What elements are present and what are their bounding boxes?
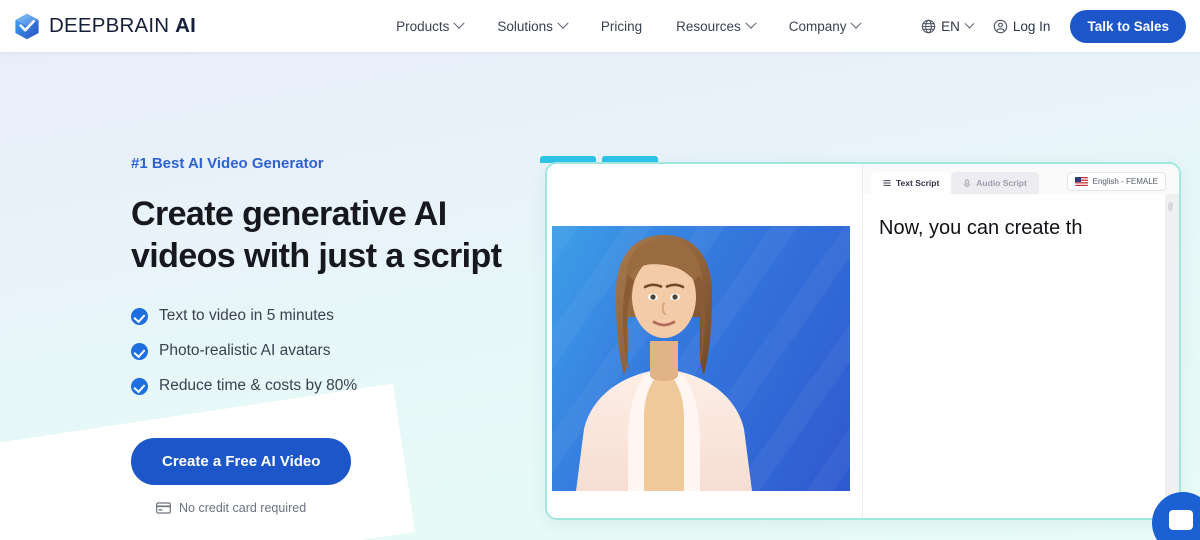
create-free-ai-video-button[interactable]: Create a Free AI Video [131,438,352,486]
user-circle-icon [993,19,1008,34]
globe-icon [921,19,936,34]
feature-list: Text to video in 5 minutes Photo-realist… [131,307,531,395]
hero-content: #1 Best AI Video Generator Create genera… [131,155,531,515]
headline-line-1: Create generative AI [131,195,447,233]
chevron-down-icon [964,18,975,29]
check-circle-icon [131,377,148,395]
headline-line-2: videos with just a script [131,237,502,276]
voice-language-label: English - FEMALE [1092,177,1158,186]
language-selector[interactable]: EN [921,18,975,34]
login-link[interactable]: Log In [993,18,1051,34]
chevron-down-icon [453,17,466,29]
product-mockup: Text Script Audio Script English - FEMAL… [545,162,1181,520]
nav-label: Company [788,18,847,34]
logo-text-main: DEEPBRAIN [49,14,176,37]
main-navigation: Products Solutions Pricing Resources Com… [396,17,863,34]
header-actions: EN Log In Talk to Sales [921,9,1186,43]
tab-audio-script[interactable]: Audio Script [951,172,1039,194]
voice-language-selector[interactable]: English - FEMALE [1066,172,1166,191]
script-textarea[interactable]: Now, you can create th [863,194,1179,518]
nav-label: Solutions [497,18,553,34]
cube-check-logo-icon [14,13,40,40]
us-flag-icon [1074,177,1088,186]
no-credit-card-label: No credit card required [179,501,307,516]
mockup-inner: Text Script Audio Script English - FEMAL… [547,164,1179,518]
chat-bubble-icon [1169,510,1193,530]
logo[interactable]: DEEPBRAIN AI [14,13,196,40]
hero-eyebrow: #1 Best AI Video Generator [131,155,324,172]
list-item: Photo-realistic AI avatars [131,342,531,360]
list-item: Text to video in 5 minutes [131,307,531,325]
language-label: EN [941,18,960,34]
check-circle-icon [131,342,148,360]
video-preview-panel [547,164,863,518]
nav-label: Products [396,18,450,34]
chevron-down-icon [850,17,863,29]
check-circle-icon [131,307,148,325]
script-scrollbar[interactable] [1165,194,1179,518]
logo-text: DEEPBRAIN AI [49,14,196,38]
credit-card-icon [156,502,171,514]
nav-item-pricing[interactable]: Pricing [601,19,642,34]
script-scrollbar-thumb[interactable] [1168,202,1173,211]
chevron-down-icon [557,17,569,29]
feature-label: Photo-realistic AI avatars [159,342,331,360]
logo-text-ai: AI [175,14,197,37]
nav-label: Resources [676,18,741,34]
chevron-down-icon [745,17,757,29]
ai-avatar-presenter [576,235,752,491]
nav-item-products[interactable]: Products [396,17,466,34]
avatar-video-canvas[interactable] [552,226,850,491]
script-editor-panel: Text Script Audio Script English - FEMAL… [863,164,1179,518]
site-header: DEEPBRAIN AI Products Solutions Pricing … [0,0,1200,52]
script-tabs: Text Script Audio Script [871,172,1039,194]
tab-text-script[interactable]: Text Script [871,172,952,194]
feature-label: Text to video in 5 minutes [159,307,334,325]
talk-to-sales-button[interactable]: Talk to Sales [1070,9,1186,43]
page-root: DEEPBRAIN AI Products Solutions Pricing … [0,0,1200,540]
login-label: Log In [1012,18,1051,34]
microphone-icon [963,178,971,188]
list-item: Reduce time & costs by 80% [131,377,531,395]
no-credit-card-note: No credit card required [156,501,531,515]
nav-label: Pricing [600,18,643,34]
tab-label: Audio Script [976,178,1027,188]
nav-item-company[interactable]: Company [788,17,863,34]
lines-icon [883,179,891,187]
nav-item-solutions[interactable]: Solutions [497,17,569,34]
feature-label: Reduce time & costs by 80% [159,377,358,395]
page-title: Create generative AI videos with just a … [131,193,531,277]
tab-label: Text Script [896,178,940,188]
nav-item-resources[interactable]: Resources [676,17,757,34]
script-text-value: Now, you can create th [879,217,1083,239]
